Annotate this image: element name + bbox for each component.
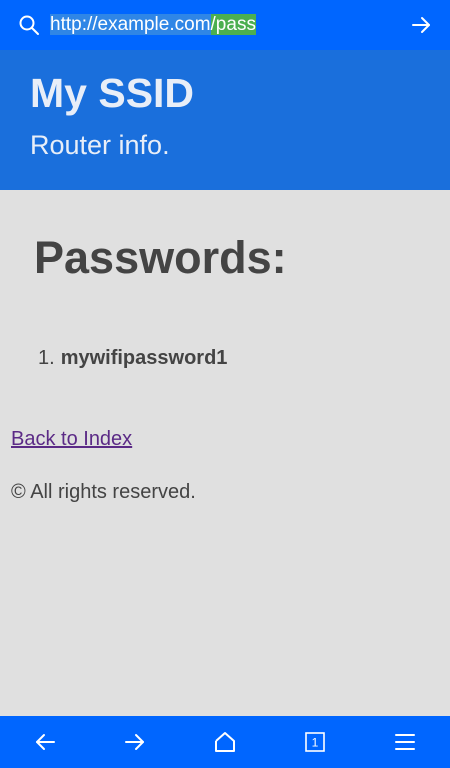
site-subtitle: Router info. xyxy=(30,130,170,160)
password-list: 1. mywifipassword1 xyxy=(38,345,227,371)
password-value: mywifipassword1 xyxy=(60,347,228,369)
list-item-number: 1. xyxy=(38,347,55,369)
url-base: http://example.com xyxy=(50,14,211,35)
page-heading: Passwords: xyxy=(34,232,287,283)
home-icon[interactable] xyxy=(213,730,237,754)
list-item: 1. mywifipassword1 xyxy=(38,345,227,371)
tab-count: 1 xyxy=(312,736,319,750)
tabs-icon[interactable]: 1 xyxy=(303,730,327,754)
arrow-left-icon[interactable] xyxy=(33,730,57,754)
url-path-highlight: /pass xyxy=(210,14,256,35)
browser-url-bar: http://example.com/pass xyxy=(0,0,450,50)
search-icon[interactable] xyxy=(18,14,40,36)
footer-copyright: © All rights reserved. xyxy=(11,481,196,503)
url-field[interactable]: http://example.com/pass xyxy=(50,12,256,38)
site-header: My SSID Router info. xyxy=(0,50,450,190)
arrow-right-icon[interactable] xyxy=(123,730,147,754)
back-to-index-link[interactable]: Back to Index xyxy=(11,428,132,451)
arrow-right-icon[interactable] xyxy=(410,14,432,36)
site-title: My SSID xyxy=(30,70,195,116)
browser-bottom-nav: 1 xyxy=(0,716,450,768)
menu-icon[interactable] xyxy=(393,730,417,754)
